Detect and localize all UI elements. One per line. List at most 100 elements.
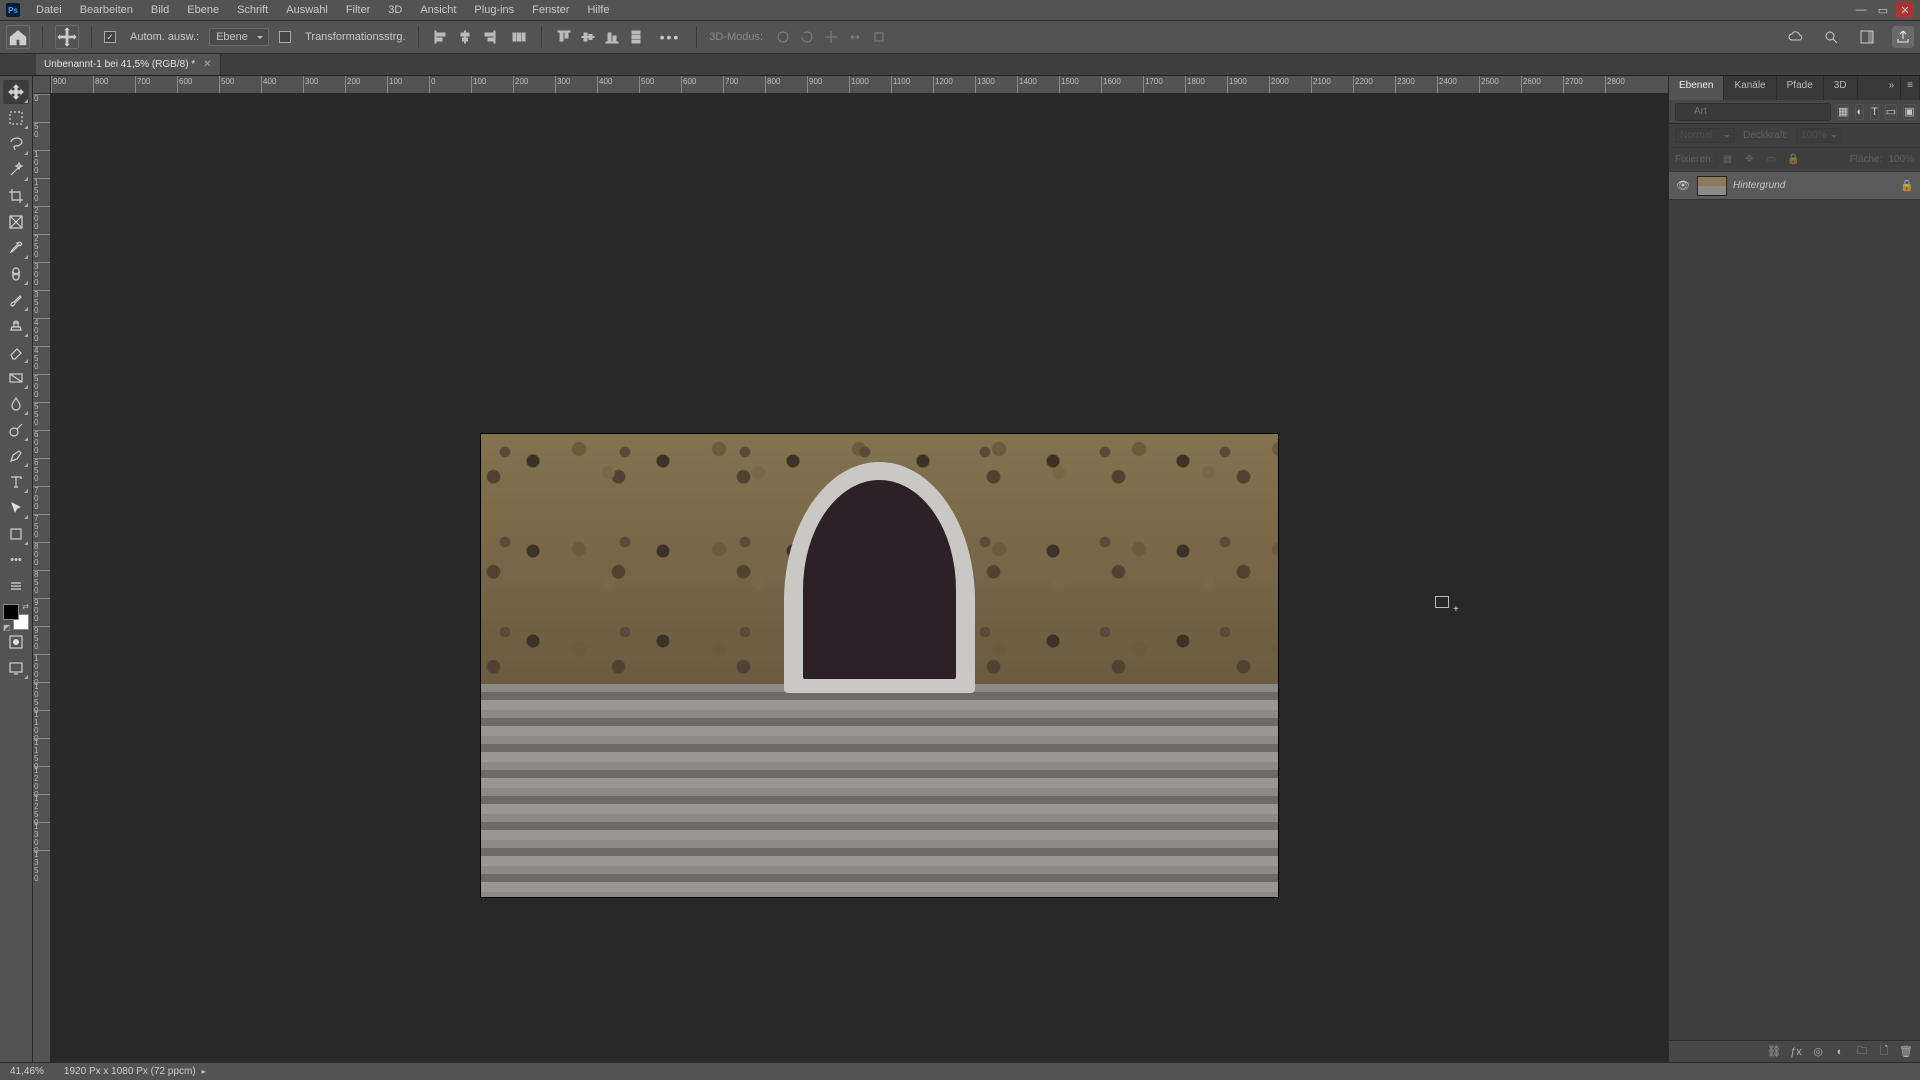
link-layers-button[interactable]: ⛓ bbox=[1766, 1044, 1782, 1060]
tab-pfade[interactable]: Pfade bbox=[1777, 76, 1824, 100]
layer-mask-button[interactable]: ◎ bbox=[1810, 1044, 1826, 1060]
color-swatches[interactable]: ⇄ ◩ bbox=[3, 604, 29, 630]
delete-layer-button[interactable]: 🗑 bbox=[1898, 1044, 1914, 1060]
menu-ebene[interactable]: Ebene bbox=[179, 2, 227, 18]
menu-auswahl[interactable]: Auswahl bbox=[278, 2, 336, 18]
document-canvas[interactable] bbox=[481, 434, 1278, 897]
panel-menu-button[interactable]: ≡ bbox=[1901, 76, 1920, 100]
magic-wand-tool[interactable] bbox=[3, 158, 29, 182]
lock-pixels-button[interactable]: ▦ bbox=[1719, 152, 1735, 168]
menu-bearbeiten[interactable]: Bearbeiten bbox=[72, 2, 141, 18]
layer-filter-input[interactable] bbox=[1675, 103, 1831, 121]
share-button[interactable] bbox=[1892, 26, 1914, 48]
tab-3d[interactable]: 3D bbox=[1824, 76, 1858, 100]
fill-field[interactable]: 100% bbox=[1888, 154, 1914, 165]
swap-colors-icon[interactable]: ⇄ bbox=[22, 602, 29, 611]
menu-schrift[interactable]: Schrift bbox=[229, 2, 276, 18]
layer-lock-icon[interactable]: 🔒 bbox=[1900, 179, 1914, 192]
dodge-tool[interactable] bbox=[3, 418, 29, 442]
quickmask-button[interactable] bbox=[3, 630, 29, 654]
menu-datei[interactable]: Datei bbox=[28, 2, 70, 18]
blur-tool[interactable] bbox=[3, 392, 29, 416]
filter-type-button[interactable]: T bbox=[1870, 104, 1879, 120]
gradient-tool[interactable] bbox=[3, 366, 29, 390]
blend-mode-dropdown[interactable]: Normal bbox=[1675, 128, 1735, 143]
window-minimize-button[interactable]: — bbox=[1852, 2, 1870, 18]
clone-stamp-tool[interactable] bbox=[3, 314, 29, 338]
move-tool[interactable] bbox=[3, 80, 29, 104]
menu-hilfe[interactable]: Hilfe bbox=[579, 2, 617, 18]
layer-thumbnail[interactable] bbox=[1697, 176, 1727, 196]
filter-adjust-button[interactable]: ◐ bbox=[1855, 104, 1864, 120]
cloud-docs-button[interactable] bbox=[1784, 26, 1806, 48]
opacity-field[interactable]: 100% bbox=[1796, 128, 1842, 143]
search-button[interactable] bbox=[1820, 26, 1842, 48]
workspace-button[interactable] bbox=[1856, 26, 1878, 48]
align-hcenter-button[interactable] bbox=[455, 27, 475, 47]
screenmode-button[interactable] bbox=[3, 656, 29, 680]
align-right-button[interactable] bbox=[479, 27, 499, 47]
filter-pixel-button[interactable]: ▦ bbox=[1837, 104, 1849, 120]
eraser-tool[interactable] bbox=[3, 340, 29, 364]
filter-shape-button[interactable]: ▭ bbox=[1885, 104, 1897, 120]
foreground-color-swatch[interactable] bbox=[3, 604, 19, 620]
edit-toolbar-button[interactable] bbox=[3, 574, 29, 598]
marquee-tool[interactable] bbox=[3, 106, 29, 130]
healing-tool[interactable] bbox=[3, 262, 29, 286]
align-more-button[interactable]: ••• bbox=[656, 29, 685, 45]
path-select-tool[interactable] bbox=[3, 496, 29, 520]
auto-select-checkbox[interactable] bbox=[104, 31, 116, 43]
document-info[interactable]: 1920 Px x 1080 Px (72 ppcm)▸ bbox=[64, 1066, 206, 1077]
align-bottom-button[interactable] bbox=[602, 27, 622, 47]
panel-collapse-button[interactable]: » bbox=[1883, 76, 1902, 100]
more-tools[interactable]: ••• bbox=[3, 548, 29, 572]
lock-all-button[interactable]: 🔒 bbox=[1785, 152, 1801, 168]
lasso-tool[interactable] bbox=[3, 132, 29, 156]
align-vcenter-button[interactable] bbox=[578, 27, 598, 47]
home-button[interactable] bbox=[6, 25, 30, 49]
pen-tool[interactable] bbox=[3, 444, 29, 468]
tab-kanaele[interactable]: Kanäle bbox=[1724, 76, 1776, 100]
layer-name[interactable]: Hintergrund bbox=[1733, 180, 1894, 191]
document-tab-close-icon[interactable]: ✕ bbox=[203, 59, 211, 70]
lock-artboard-button[interactable]: ▭ bbox=[1763, 152, 1779, 168]
lock-position-button[interactable]: ✥ bbox=[1741, 152, 1757, 168]
horizontal-ruler[interactable]: 9008007006005004003002001000100200300400… bbox=[51, 76, 1668, 94]
canvas-area[interactable]: 9008007006005004003002001000100200300400… bbox=[33, 76, 1668, 1062]
window-close-button[interactable]: ✕ bbox=[1896, 2, 1914, 18]
menu-bild[interactable]: Bild bbox=[143, 2, 177, 18]
type-tool[interactable] bbox=[3, 470, 29, 494]
layer-visibility-icon[interactable]: 👁 bbox=[1675, 179, 1691, 192]
ruler-origin[interactable] bbox=[33, 76, 51, 94]
menu-filter[interactable]: Filter bbox=[338, 2, 378, 18]
menu-3d[interactable]: 3D bbox=[380, 2, 410, 18]
window-maximize-button[interactable]: ▭ bbox=[1874, 2, 1892, 18]
crop-tool[interactable] bbox=[3, 184, 29, 208]
layer-fx-button[interactable]: ƒx bbox=[1788, 1044, 1804, 1060]
distribute-h-button[interactable] bbox=[509, 27, 529, 47]
eyedropper-tool[interactable] bbox=[3, 236, 29, 260]
adjustment-layer-button[interactable]: ◐ bbox=[1832, 1044, 1848, 1060]
align-horizontal-group bbox=[431, 27, 499, 47]
move-cursor-plus-icon: + bbox=[1453, 604, 1459, 615]
document-tab[interactable]: Unbenannt-1 bei 41,5% (RGB/8) * ✕ bbox=[36, 54, 221, 75]
zoom-level[interactable]: 41,46% bbox=[10, 1066, 44, 1077]
active-tool-icon[interactable] bbox=[55, 25, 79, 49]
align-top-button[interactable] bbox=[554, 27, 574, 47]
filter-smart-button[interactable]: ▣ bbox=[1903, 104, 1915, 120]
frame-tool[interactable] bbox=[3, 210, 29, 234]
align-left-button[interactable] bbox=[431, 27, 451, 47]
new-layer-button[interactable]: 🗋 bbox=[1876, 1044, 1892, 1060]
vertical-ruler[interactable]: 0501001502002503003504004505005506006507… bbox=[33, 94, 51, 1062]
layer-item[interactable]: 👁 Hintergrund 🔒 bbox=[1669, 172, 1920, 200]
shape-tool[interactable] bbox=[3, 522, 29, 546]
menu-fenster[interactable]: Fenster bbox=[524, 2, 577, 18]
distribute-v-button[interactable] bbox=[626, 27, 646, 47]
layer-group-button[interactable]: 🗀 bbox=[1854, 1044, 1870, 1060]
menu-ansicht[interactable]: Ansicht bbox=[412, 2, 464, 18]
menu-plugins[interactable]: Plug-ins bbox=[466, 2, 522, 18]
tab-ebenen[interactable]: Ebenen bbox=[1669, 76, 1724, 100]
auto-select-target-dropdown[interactable]: Ebene bbox=[209, 28, 269, 46]
transform-controls-checkbox[interactable] bbox=[279, 31, 291, 43]
brush-tool[interactable] bbox=[3, 288, 29, 312]
